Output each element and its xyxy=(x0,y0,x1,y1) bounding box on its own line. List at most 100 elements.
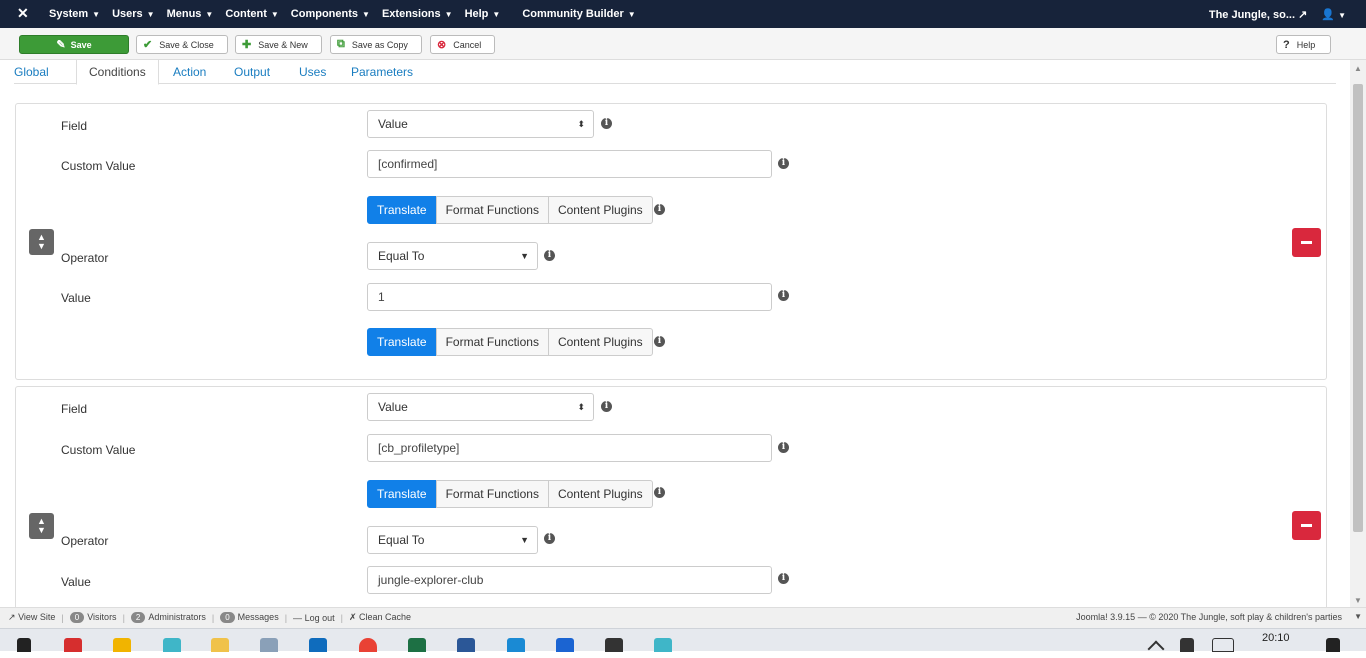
format-functions-button[interactable]: Format Functions xyxy=(435,480,549,508)
user-menu[interactable]: 👤 ▼ xyxy=(1321,8,1346,21)
condition-row: Field Value ⬍ i Custom Value [confirmed] … xyxy=(15,103,1327,380)
info-icon[interactable]: i xyxy=(778,158,789,169)
messages-link[interactable]: 0 Messages xyxy=(220,612,279,623)
translate-button[interactable]: Translate xyxy=(367,328,437,356)
save-copy-button[interactable]: ⧉ Save as Copy xyxy=(330,35,422,54)
tab-uses[interactable]: Uses xyxy=(299,60,326,84)
drag-handle-icon[interactable]: ▲ ▼ xyxy=(29,513,54,539)
value-input[interactable]: 1 xyxy=(367,283,772,311)
chevron-up-icon[interactable] xyxy=(1147,640,1165,658)
info-icon[interactable]: i xyxy=(778,290,789,301)
menu-content[interactable]: Content ▼ xyxy=(225,8,278,20)
tab-conditions[interactable]: Conditions xyxy=(76,60,159,85)
menu-menus[interactable]: Menus ▼ xyxy=(167,8,214,20)
info-icon[interactable]: i xyxy=(544,533,555,544)
navbar-right: The Jungle, so... ↗ 👤 ▼ xyxy=(1209,0,1346,28)
info-icon[interactable]: i xyxy=(778,573,789,584)
folder-icon[interactable] xyxy=(211,638,229,652)
windows-start-icon[interactable] xyxy=(17,638,31,652)
field-select[interactable]: Value ⬍ xyxy=(367,110,594,138)
caret-down-icon: ▼ xyxy=(362,10,370,19)
content-plugins-button[interactable]: Content Plugins xyxy=(547,196,653,224)
menu-help[interactable]: Help ▼ xyxy=(465,8,501,20)
excel-icon[interactable] xyxy=(408,638,426,652)
menu-users[interactable]: Users ▼ xyxy=(112,8,155,20)
admins-badge: 2 xyxy=(130,612,146,623)
menu-extensions[interactable]: Extensions ▼ xyxy=(382,8,453,20)
camera-icon[interactable] xyxy=(654,638,672,652)
condition-row: Field Value ⬍ i Custom Value [cb_profilet… xyxy=(15,386,1327,616)
scroll-up-icon[interactable]: ▲ xyxy=(1354,64,1362,73)
tab-output[interactable]: Output xyxy=(234,60,270,84)
scroll-down-icon[interactable]: ▼ xyxy=(1354,612,1362,621)
tab-action[interactable]: Action xyxy=(173,60,206,84)
tab-global[interactable]: Global xyxy=(14,60,49,84)
operator-select[interactable]: Equal To ▼ xyxy=(367,526,538,554)
edge-icon[interactable] xyxy=(507,638,525,652)
clean-cache-link[interactable]: ✗ Clean Cache xyxy=(349,612,411,623)
notifications-icon[interactable] xyxy=(1326,638,1340,652)
administrators-link[interactable]: 2 Administrators xyxy=(130,612,206,623)
info-icon[interactable]: i xyxy=(778,442,789,453)
save-button[interactable]: ✎ Save xyxy=(19,35,129,54)
keyboard-icon[interactable] xyxy=(1212,638,1234,652)
drag-handle-icon[interactable]: ▲ ▼ xyxy=(29,229,54,255)
chrome-icon[interactable] xyxy=(359,638,377,652)
photos-icon[interactable] xyxy=(605,638,623,652)
help-button[interactable]: ? Help xyxy=(1276,35,1331,54)
menu-components[interactable]: Components ▼ xyxy=(291,8,370,20)
save-close-button[interactable]: ✔ Save & Close xyxy=(136,35,228,54)
plus-icon: ✚ xyxy=(242,39,252,51)
remove-condition-button[interactable] xyxy=(1292,511,1321,540)
info-icon[interactable]: i xyxy=(654,487,665,498)
windows-taskbar: 20:10 xyxy=(0,628,1366,658)
save-new-button[interactable]: ✚ Save & New xyxy=(235,35,322,54)
value-input[interactable]: jungle-explorer-club xyxy=(367,566,772,594)
translate-button[interactable]: Translate xyxy=(367,480,437,508)
joomla-logo-icon[interactable]: ✕ xyxy=(17,5,29,22)
footer-copyright: Joomla! 3.9.15 — © 2020 The Jungle, soft… xyxy=(1076,612,1342,622)
word-icon[interactable] xyxy=(457,638,475,652)
site-link[interactable]: The Jungle, so... ↗ xyxy=(1209,8,1307,21)
visitors-link[interactable]: 0 Visitors xyxy=(69,612,117,623)
app-icon[interactable] xyxy=(64,638,82,652)
caret-down-icon: ▼ xyxy=(146,10,155,19)
menu-system[interactable]: System ▼ xyxy=(49,8,100,20)
info-icon[interactable]: i xyxy=(654,204,665,215)
view-site-link[interactable]: ↗ View Site xyxy=(8,612,55,623)
remove-condition-button[interactable] xyxy=(1292,228,1321,257)
tab-parameters[interactable]: Parameters xyxy=(351,60,413,84)
scroll-down-icon[interactable]: ▼ xyxy=(1354,596,1362,605)
camera-icon[interactable] xyxy=(163,638,181,652)
external-link-icon: ↗ xyxy=(1298,8,1308,21)
app-icon[interactable] xyxy=(260,638,278,652)
scrollbar-thumb[interactable] xyxy=(1353,84,1363,532)
field-label: Field xyxy=(61,402,88,416)
cancel-button[interactable]: ⊗ Cancel xyxy=(430,35,495,54)
content-plugins-button[interactable]: Content Plugins xyxy=(547,480,653,508)
outlook-icon[interactable] xyxy=(309,638,327,652)
info-icon[interactable]: i xyxy=(654,336,665,347)
sky-icon[interactable] xyxy=(556,638,574,652)
content-plugins-button[interactable]: Content Plugins xyxy=(547,328,653,356)
taskbar-clock[interactable]: 20:10 xyxy=(1262,632,1290,644)
sort-arrows-icon: ⬍ xyxy=(577,402,585,412)
menu-community-builder[interactable]: Community Builder ▼ xyxy=(522,8,635,20)
info-icon[interactable]: i xyxy=(544,250,555,261)
caret-down-icon: ▼ xyxy=(627,10,636,19)
operator-select[interactable]: Equal To ▼ xyxy=(367,242,538,270)
app-icon[interactable] xyxy=(113,638,131,652)
battery-icon[interactable] xyxy=(1180,638,1194,652)
caret-down-icon: ▼ xyxy=(444,10,453,19)
custom-value-input[interactable]: [cb_profiletype] xyxy=(367,434,772,462)
info-icon[interactable]: i xyxy=(601,118,612,129)
format-functions-button[interactable]: Format Functions xyxy=(435,328,549,356)
custom-value-input[interactable]: [confirmed] xyxy=(367,150,772,178)
page-scrollbar[interactable]: ▲ ▼ xyxy=(1350,60,1366,607)
format-functions-button[interactable]: Format Functions xyxy=(435,196,549,224)
chevron-down-icon: ▼ xyxy=(520,251,529,261)
field-select[interactable]: Value ⬍ xyxy=(367,393,594,421)
logout-link[interactable]: — Log out xyxy=(293,613,335,623)
translate-button[interactable]: Translate xyxy=(367,196,437,224)
info-icon[interactable]: i xyxy=(601,401,612,412)
